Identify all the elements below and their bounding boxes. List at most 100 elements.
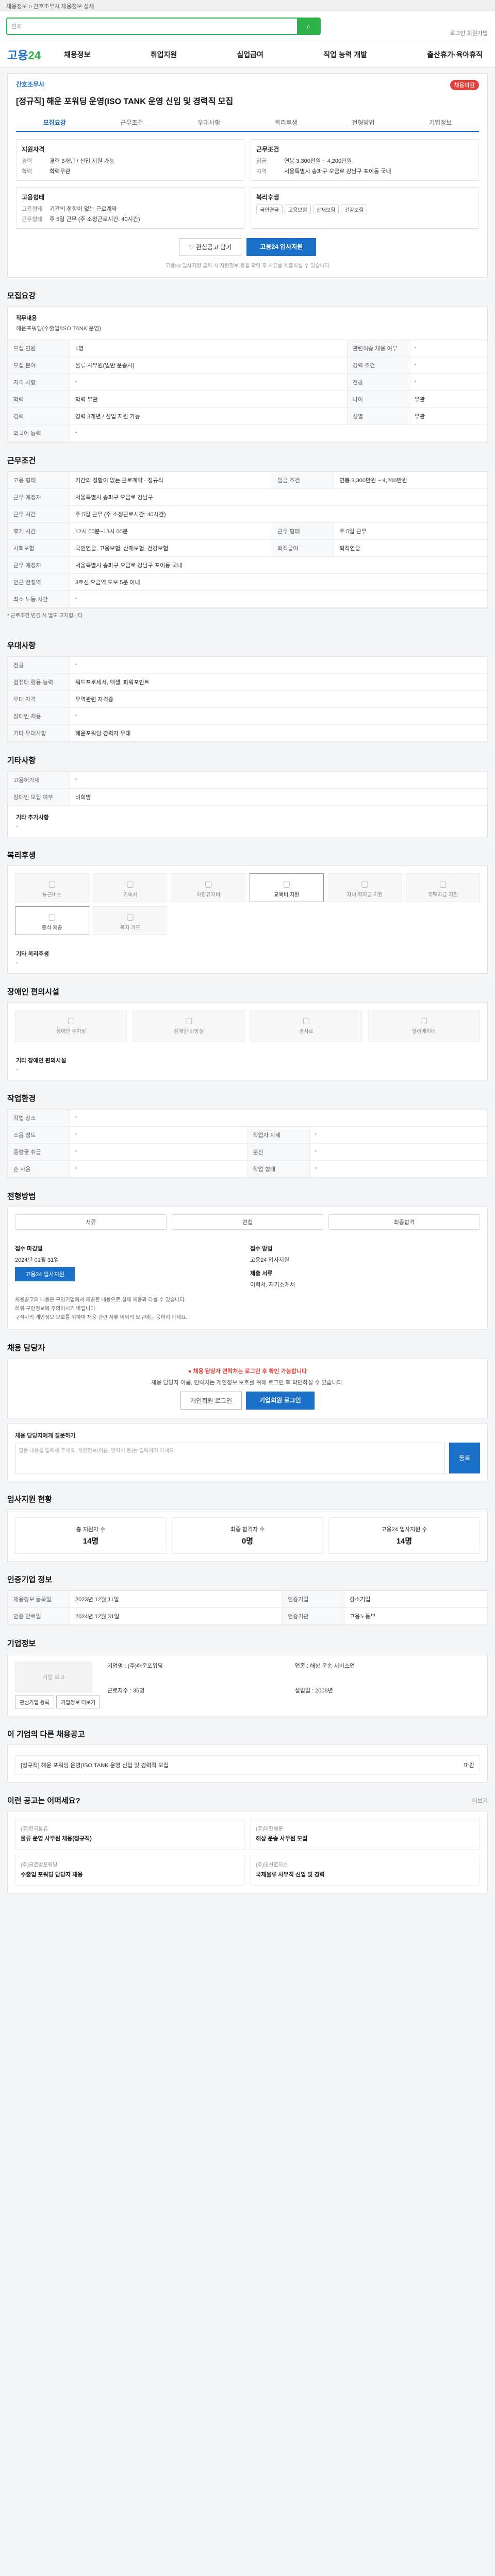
disabled-card: 장애인 주차장장애인 화장실경사로엘리베이터 기타 장애인 편의시설 - [7, 1002, 488, 1080]
stats-section-title: 입사지원 현황 [7, 1495, 52, 1504]
search-input[interactable]: 전체 ⌕ [6, 18, 321, 35]
table-key: 관련직종 채용 여부 [346, 340, 409, 357]
company-more-button[interactable]: 기업정보 더보기 [56, 1696, 101, 1708]
process-step: 서류 [15, 1214, 167, 1230]
recommend-title: 수출입 포워딩 담당자 채용 [21, 1872, 83, 1878]
job-tabs: 모집요강 근무조건 우대사항 복리후생 전형방법 기업정보 [16, 114, 479, 132]
table-key: 경력 [8, 408, 70, 425]
table-key: 중량물 취급 [8, 1143, 70, 1161]
summary-employment: 고용형태 고용형태 기간의 정함이 없는 근로계약 근무형태 주 5일 근무 (주 소정… [16, 187, 244, 229]
tab-item[interactable]: 기업정보 [402, 114, 479, 131]
table-key: 인증기관 [282, 1607, 344, 1625]
gnb-item[interactable]: 채용정보 [64, 49, 91, 60]
logo[interactable]: 고용24 [7, 46, 64, 63]
search-button[interactable]: ⌕ [297, 19, 320, 34]
search-row: 전체 ⌕ 로그인 회원가입 [0, 11, 495, 41]
stat-label: 총 지원자 수 [76, 1527, 106, 1533]
table-value: 2023년 12월 11일 [70, 1590, 283, 1608]
table-key: 근무 예정지 [8, 488, 70, 506]
duty-text: 해운포워딩(수출입/ISO TANK 운영) [16, 326, 101, 332]
apply-button[interactable]: 고용24 입사지원 [246, 238, 317, 256]
welfare-item: 통근버스 [15, 873, 89, 902]
welfare-chip: 건강보험 [341, 205, 368, 214]
table-value: 비희망 [70, 788, 487, 806]
tab-item[interactable]: 복리후생 [248, 114, 325, 131]
summary-welfare: 복리후생 국민연금 고용보험 산재보험 건강보험 [251, 187, 479, 229]
fav-company-button[interactable]: 관심기업 등록 [15, 1696, 54, 1708]
gnb-item[interactable]: 출산휴가·육아휴직 [427, 49, 483, 60]
table-value: 워드프로세서, 엑셀, 파워포인트 [70, 673, 487, 691]
table-row: 채용정보 등록일 2023년 12월 11일 인증기업 강소기업 [8, 1590, 488, 1608]
company-logo: 기업 로고 [15, 1662, 92, 1692]
disabled-extra: 기타 장애인 편의시설 - [8, 1049, 487, 1080]
etc-extra-value: - [16, 823, 18, 829]
contact-section-title: 채용 담당자 [7, 1344, 45, 1352]
scrap-button[interactable]: ♡ 관심공고 담기 [178, 238, 242, 256]
table-key: 근무 예정지 [8, 556, 70, 574]
table-key: 전공 [346, 374, 409, 391]
welfare-icons: 통근버스기숙사차량유지비교육비 지원자녀 학자금 지원주택자금 지원중식 제공복… [8, 866, 487, 942]
tab-item[interactable]: 모집요강 [16, 114, 93, 131]
search-icon: ⌕ [306, 22, 310, 30]
table-key: 근무 형태 [272, 522, 335, 540]
table-value: 퇴직연금 [334, 539, 487, 557]
stat-value: 14명 [396, 1537, 412, 1546]
table-key: 성별 [346, 408, 409, 425]
gnb-item[interactable]: 직업 능력 개발 [323, 49, 367, 60]
summary-row: 근무형태 주 5일 근무 (주 소정근로시간: 40시간) [22, 215, 239, 223]
facility-item: 장애인 화장실 [133, 1010, 245, 1042]
alert-icon: ● [188, 1368, 193, 1375]
etc-card: 고용허가제 - 장애인 모집 여부 비희망 기타 추가사항 - [7, 771, 488, 837]
table-row: 근무 예정지 서울특별시 송파구 오금로 강남구 포이동 국내 [8, 556, 487, 574]
doc-label: 제출 서류 [250, 1270, 273, 1277]
table-row: 근무 시간 주 5일 근무 (주 소정근로시간: 40시간) [8, 505, 487, 523]
summary-heading: 복리후생 [256, 194, 279, 201]
recommend-item[interactable]: (주)글로벌포워딩 수출입 포워딩 담당자 채용 [15, 1855, 245, 1886]
company-info-row: 기업명 : (주)해운포워딩 [107, 1663, 163, 1669]
gnb-item[interactable]: 실업급여 [237, 49, 263, 60]
table-key: 모집 인원 [8, 340, 70, 357]
table-key: 인증 만료일 [8, 1607, 70, 1625]
stat-label: 최종 합격자 수 [230, 1527, 265, 1533]
welfare-card: 통근버스기숙사차량유지비교육비 지원자녀 학자금 지원주택자금 지원중식 제공복… [7, 866, 488, 974]
table-key: 임금 조건 [272, 471, 335, 489]
summary-value: 서울특별시 송파구 오금로 강남구 포이동 국내 [284, 168, 391, 175]
tab-item[interactable]: 우대사항 [170, 114, 248, 131]
table-value: - [70, 1160, 248, 1178]
summary-key: 임금 [256, 158, 267, 164]
util-links[interactable]: 로그인 회원가입 [450, 29, 488, 37]
table-row: 중량물 취급 - 분진 - [8, 1143, 487, 1161]
apply-note: 고용24 입사지원 클릭 시 지원정보 등을 확인 후 서류를 제출하실 수 있… [166, 263, 329, 269]
tab-item[interactable]: 전형방법 [325, 114, 402, 131]
recommend-card: (주)한국물류 물류 운영 사무원 채용(정규직) (주)대한해운 해상 운송 사무원… [7, 1811, 488, 1893]
recommend-item[interactable]: (주)대한해운 해상 운송 사무원 모집 [250, 1819, 480, 1850]
qa-submit-button[interactable]: 등록 [449, 1443, 480, 1473]
recommend-more-link[interactable]: 더보기 [472, 1797, 488, 1805]
recommend-section-title: 이런 공고는 어떠세요? 더보기 [7, 1795, 488, 1806]
related-item[interactable]: [정규직] 해운 포워딩 운영(ISO TANK 운영 신입 및 경력직 모집 마… [15, 1755, 480, 1775]
qa-input[interactable]: 질문 내용을 입력해 주세요. 개인정보(이름, 연락처 등)는 입력하지 마세… [15, 1443, 445, 1473]
table-key: 퇴직급여 [272, 539, 335, 557]
table-value: - [70, 425, 487, 442]
process-apply-button[interactable]: 고용24 입사지원 [15, 1267, 75, 1281]
table-value: - [309, 1126, 487, 1144]
recommend-item[interactable]: (주)한국물류 물류 운영 사무원 채용(정규직) [15, 1819, 245, 1850]
personal-login-button[interactable]: 개인회원 로그인 [180, 1392, 242, 1410]
table-value: - [70, 374, 348, 391]
table-value: - [70, 656, 487, 674]
table-row: 컴퓨터 활용 능력 워드프로세서, 엑셀, 파워포인트 [8, 673, 487, 691]
welfare-section-title: 복리후생 [7, 851, 36, 860]
company-info-row: 근로자수 : 35명 [107, 1687, 145, 1694]
table-row: 인근 전철역 3호선 오금역 도보 5분 이내 [8, 573, 487, 591]
recommend-item[interactable]: (주)오션로지스 국제물류 사무직 신입 및 경력 [250, 1855, 480, 1886]
table-value: 강소기업 [343, 1590, 488, 1608]
env-table: 작업 장소 - 소음 정도 - 작업자 자세 - 중량물 취급 - 분진 - 손 사용 - 작업 형태 - [8, 1109, 487, 1178]
table-key: 기타 우대사항 [8, 724, 70, 742]
recommend-company: (주)오션로지스 [256, 1862, 288, 1868]
company-info-value: 해상 운송 서비스업 [310, 1663, 355, 1669]
gnb-item[interactable]: 취업지원 [151, 49, 177, 60]
summary-heading: 고용형태 [22, 194, 45, 201]
company-login-button[interactable]: 기업회원 로그인 [246, 1392, 315, 1410]
tab-item[interactable]: 근무조건 [93, 114, 171, 131]
stat-item: 최종 합격자 수 0명 [172, 1517, 323, 1554]
